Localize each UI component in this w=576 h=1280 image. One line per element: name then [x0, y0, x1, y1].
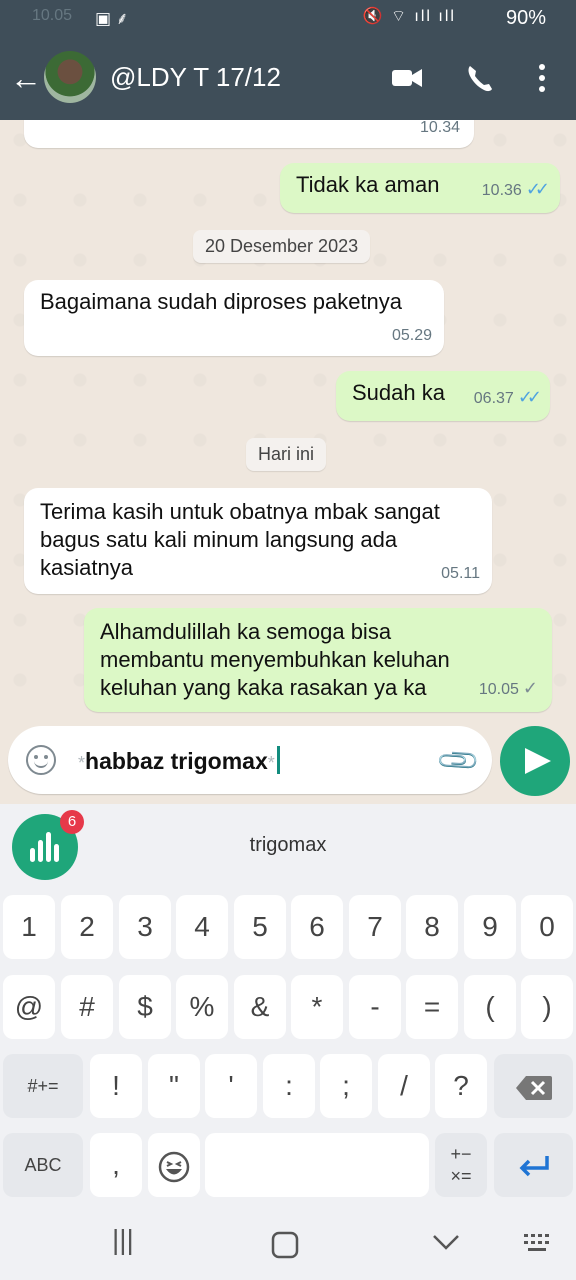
message-text: Alhamdulillah ka semoga bisa membantu me…	[100, 619, 450, 700]
date-chip: 20 Desember 2023	[193, 230, 371, 263]
attach-icon[interactable]: 📎	[435, 737, 483, 785]
key-comma[interactable]: ,	[90, 1133, 142, 1197]
message-bubble-incoming[interactable]: Bagaimana sudah diproses paketnya 05.29	[24, 280, 444, 356]
message-input-text[interactable]: *habbaz trigomax*	[78, 746, 280, 775]
message-bubble-outgoing[interactable]: Alhamdulillah ka semoga bisa membantu me…	[84, 608, 552, 712]
suggestion-bar: 6 trigomax	[0, 804, 576, 890]
notification-icons: ▣ ⸙	[95, 9, 129, 28]
enter-key[interactable]	[494, 1133, 573, 1197]
back-arrow-icon[interactable]: ←	[10, 60, 42, 97]
math-symbols-icon: +− ×=	[450, 1144, 472, 1186]
key-minus[interactable]: -	[349, 975, 401, 1039]
emoji-keyboard-icon	[158, 1151, 190, 1182]
key-left-paren[interactable]: (	[464, 975, 516, 1039]
key-9[interactable]: 9	[464, 895, 516, 959]
contact-avatar[interactable]	[44, 51, 96, 103]
home-icon[interactable]	[270, 1230, 300, 1260]
status-bar: 10.05 ▣ ⸙ 🔇 ⌔ ıll ıll 90%	[0, 0, 576, 36]
notification-badge: 6	[60, 810, 84, 834]
emoji-icon[interactable]	[26, 745, 56, 775]
chat-messages[interactable]: 10.34 Tidak ka aman 10.36 ✓✓ 20 Desember …	[0, 120, 576, 724]
key-hash[interactable]: #	[61, 975, 113, 1039]
key-1[interactable]: 1	[3, 895, 55, 959]
system-nav-bar: |||	[0, 1210, 576, 1280]
key-2[interactable]: 2	[61, 895, 113, 959]
recent-apps-icon[interactable]: |||	[112, 1224, 134, 1256]
contact-name[interactable]: @LDY T 17/12	[110, 62, 281, 93]
read-ticks-icon: ✓✓	[517, 387, 542, 407]
key-right-paren[interactable]: )	[521, 975, 573, 1039]
key-single-quote[interactable]: '	[205, 1054, 257, 1118]
video-call-icon[interactable]	[390, 58, 424, 98]
key-4[interactable]: 4	[176, 895, 228, 959]
sent-tick-icon: ✓	[522, 678, 538, 698]
voice-call-icon[interactable]	[464, 58, 494, 98]
signal-icons: 🔇 ⌔ ıll ıll	[362, 8, 456, 25]
message-text: Tidak ka aman	[296, 172, 440, 197]
word-suggestion[interactable]: trigomax	[0, 834, 576, 857]
message-time: 06.37	[473, 390, 514, 407]
message-time: 05.29	[391, 327, 432, 344]
key-semicolon[interactable]: ;	[320, 1054, 372, 1118]
more-options-icon[interactable]	[532, 58, 552, 98]
read-ticks-icon: ✓✓	[525, 179, 550, 199]
key-abc[interactable]: ABC	[3, 1133, 83, 1197]
message-text: Terima kasih untuk obatnya mbak sangat b…	[40, 499, 440, 580]
key-percent[interactable]: %	[176, 975, 228, 1039]
message-text: Sudah ka	[352, 380, 445, 405]
message-bubble-outgoing[interactable]: Sudah ka 06.37 ✓✓	[336, 371, 550, 421]
message-time: 05.11	[441, 565, 480, 582]
emoji-key[interactable]	[148, 1133, 200, 1197]
key-equals[interactable]: =	[406, 975, 458, 1039]
message-time: 10.05	[478, 681, 519, 698]
message-input[interactable]: *habbaz trigomax* 📎	[8, 726, 492, 794]
key-double-quote[interactable]: "	[148, 1054, 200, 1118]
key-dollar[interactable]: $	[119, 975, 171, 1039]
keyboard: 6 trigomax 1 2 3 4 5 6 7 8 9 0 @ # $ % &…	[0, 804, 576, 1280]
key-ampersand[interactable]: &	[234, 975, 286, 1039]
backspace-key[interactable]	[494, 1054, 573, 1118]
hide-keyboard-icon[interactable]	[430, 1232, 462, 1252]
key-exclamation[interactable]: !	[90, 1054, 142, 1118]
message-bubble-incoming[interactable]: 10.34	[24, 120, 474, 148]
battery-level: 90%	[505, 7, 546, 29]
message-bubble-outgoing[interactable]: Tidak ka aman 10.36 ✓✓	[280, 163, 560, 213]
key-5[interactable]: 5	[234, 895, 286, 959]
math-key[interactable]: +− ×=	[435, 1133, 487, 1197]
send-button[interactable]	[500, 726, 570, 796]
key-symbols[interactable]: #+=	[3, 1054, 83, 1118]
message-text: Bagaimana sudah diproses paketnya	[40, 289, 403, 314]
space-key[interactable]	[205, 1133, 429, 1197]
message-time: 10.36	[481, 182, 522, 199]
message-bubble-incoming[interactable]: Terima kasih untuk obatnya mbak sangat b…	[24, 488, 492, 594]
key-question[interactable]: ?	[435, 1054, 487, 1118]
keyboard-switch-icon[interactable]	[522, 1232, 554, 1254]
key-at[interactable]: @	[3, 975, 55, 1039]
key-0[interactable]: 0	[521, 895, 573, 959]
enter-icon	[519, 1155, 549, 1176]
key-asterisk[interactable]: *	[291, 975, 343, 1039]
key-slash[interactable]: /	[378, 1054, 430, 1118]
date-chip: Hari ini	[246, 438, 327, 471]
key-colon[interactable]: :	[263, 1054, 315, 1118]
key-3[interactable]: 3	[119, 895, 171, 959]
chat-header: ← @LDY T 17/12	[0, 36, 576, 120]
key-8[interactable]: 8	[406, 895, 458, 959]
backspace-icon	[515, 1075, 552, 1100]
key-7[interactable]: 7	[349, 895, 401, 959]
key-6[interactable]: 6	[291, 895, 343, 959]
status-time: 10.05	[32, 7, 73, 24]
composer: *habbaz trigomax* 📎	[0, 724, 576, 804]
